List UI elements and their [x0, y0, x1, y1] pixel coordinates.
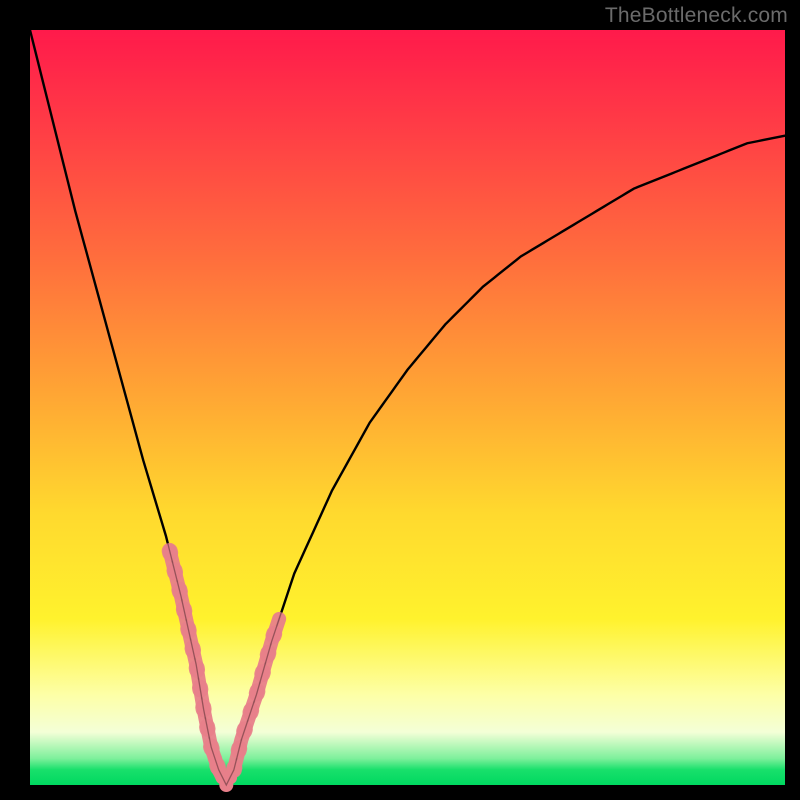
- plot-area: [30, 30, 785, 785]
- curve-svg: [30, 30, 785, 785]
- chart-frame: TheBottleneck.com: [0, 0, 800, 800]
- bottleneck-curve: [30, 30, 785, 785]
- watermark-text: TheBottleneck.com: [605, 4, 788, 28]
- bottleneck-curve-top: [30, 30, 785, 785]
